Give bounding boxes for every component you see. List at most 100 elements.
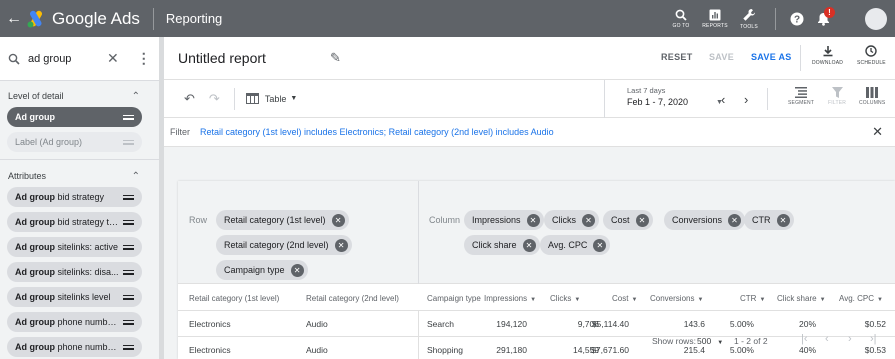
column-chip[interactable]: CTR ✕	[744, 210, 794, 230]
sidebar-search: ad group ✕ ⋮	[0, 37, 159, 81]
column-header[interactable]: Campaign type	[427, 287, 481, 311]
segment-button[interactable]: SEGMENT	[788, 87, 814, 106]
column-chip[interactable]: Cost ✕	[603, 210, 653, 230]
column-header-avg-cpc[interactable]: Avg. CPC ▼	[839, 287, 883, 311]
level-of-detail-header[interactable]: Level of detail ⌃	[0, 85, 159, 107]
column-chip[interactable]: Avg. CPC ✕	[540, 235, 611, 255]
remove-chip-icon[interactable]: ✕	[334, 238, 348, 252]
column-header-conversions[interactable]: Conversions ▼	[650, 287, 703, 311]
attribute-chip[interactable]: Ad group bid strategy	[7, 187, 142, 207]
column-header-click-share[interactable]: Click share ▼	[777, 287, 826, 311]
row-chip-label: Campaign type	[224, 265, 285, 275]
view-type-select[interactable]: Table ▼	[245, 93, 298, 104]
report-title[interactable]: Untitled report	[178, 50, 266, 66]
column-chip-label: Avg. CPC	[548, 240, 588, 250]
remove-chip-icon[interactable]: ✕	[635, 213, 649, 227]
google-ads-logo[interactable]: Google Ads	[26, 9, 140, 29]
remove-chip-icon[interactable]: ✕	[593, 238, 607, 252]
schedule-button[interactable]: SCHEDULE	[857, 45, 886, 66]
remove-chip-icon[interactable]: ✕	[728, 213, 742, 227]
reports-button[interactable]: REPORTS	[699, 9, 731, 29]
drag-handle-icon[interactable]	[123, 193, 134, 202]
tools-button[interactable]: TOOLS	[733, 8, 765, 30]
chip-label: bid strategy ty...	[55, 217, 120, 227]
toolbar-divider	[767, 88, 768, 110]
brand-name: Google Ads	[52, 8, 140, 28]
reports-label: REPORTS	[702, 22, 728, 29]
row-chip[interactable]: Retail category (1st level) ✕	[216, 210, 349, 230]
section-title: Reporting	[165, 11, 223, 26]
column-chip[interactable]: Clicks ✕	[544, 210, 599, 230]
clear-search-icon[interactable]: ✕	[107, 50, 119, 67]
remove-chip-icon[interactable]: ✕	[526, 213, 540, 227]
drag-handle-icon[interactable]	[123, 268, 134, 277]
filter-tool-label: FILTER	[828, 100, 847, 106]
date-previous-icon[interactable]: ‹	[721, 92, 725, 107]
edit-title-icon[interactable]: ✎	[330, 50, 341, 66]
goto-label: GO TO	[672, 22, 690, 29]
drag-handle-icon[interactable]	[123, 343, 134, 352]
search-input[interactable]: ad group	[28, 53, 100, 65]
previous-page-icon: ‹	[825, 333, 829, 345]
column-chip-label: Click share	[472, 240, 517, 250]
save-as-button[interactable]: SAVE AS	[751, 52, 792, 62]
attribute-chip[interactable]: Ad group phone number...	[7, 312, 142, 332]
sort-caret-icon: ▼	[819, 297, 826, 303]
row-chip[interactable]: Campaign type ✕	[216, 260, 308, 280]
chip-prefix: Ad group	[15, 217, 55, 227]
goto-button[interactable]: GO TO	[665, 9, 697, 29]
drag-handle-icon[interactable]	[123, 318, 134, 327]
columns-label: COLUMNS	[859, 100, 886, 106]
column-chip[interactable]: Click share ✕	[464, 235, 540, 255]
drag-handle-icon[interactable]	[123, 293, 134, 302]
column-header[interactable]: Retail category (2nd level)	[306, 287, 399, 311]
column-header-ctr[interactable]: CTR ▼	[740, 287, 765, 311]
attribute-chip[interactable]: Ad group sitelinks: active	[7, 237, 142, 257]
remove-chip-icon[interactable]: ✕	[522, 238, 536, 252]
search-icon	[8, 53, 20, 65]
column-header-cost[interactable]: Cost ▼	[612, 287, 637, 311]
attribute-chip[interactable]: Ad group sitelinks level	[7, 287, 142, 307]
row-chip[interactable]: Retail category (2nd level) ✕	[216, 235, 352, 255]
attribute-chip[interactable]: Ad group sitelinks: disa...	[7, 262, 142, 282]
remove-chip-icon[interactable]: ✕	[331, 213, 345, 227]
column-chip[interactable]: Impressions ✕	[464, 210, 544, 230]
notifications-button[interactable]: !	[810, 6, 836, 26]
filter-expression-link[interactable]: Retail category (1st level) includes Ele…	[200, 127, 554, 137]
drag-handle-icon[interactable]	[123, 113, 134, 122]
pivot-divider	[418, 181, 419, 284]
help-button[interactable]: ?	[784, 12, 810, 26]
drag-handle-icon[interactable]	[123, 243, 134, 252]
filter-tool-button: FILTER	[828, 87, 846, 106]
download-button[interactable]: DOWNLOAD	[812, 45, 843, 66]
attributes-title: Attributes	[8, 171, 47, 181]
row-zone-label: Row	[189, 215, 208, 225]
column-header[interactable]: Retail category (1st level)	[189, 287, 279, 311]
column-chip-label: Clicks	[552, 215, 576, 225]
undo-icon[interactable]: ↶	[184, 91, 195, 107]
dropdown-caret-icon: ▼	[290, 95, 298, 102]
column-header-clicks[interactable]: Clicks ▼	[550, 287, 580, 311]
column-chip[interactable]: Conversions ✕	[664, 210, 746, 230]
remove-chip-icon[interactable]: ✕	[290, 263, 304, 277]
date-range-picker[interactable]: Last 7 days Feb 1 - 7, 2020 ▼	[604, 80, 723, 118]
columns-button[interactable]: COLUMNS	[859, 87, 885, 106]
attribute-chip[interactable]: Ad group phone number...	[7, 337, 142, 357]
remove-chip-icon[interactable]: ✕	[776, 213, 790, 227]
remove-chip-icon[interactable]: ✕	[582, 213, 595, 227]
column-header-impressions[interactable]: Impressions ▼	[484, 287, 536, 311]
attributes-header[interactable]: Attributes ⌃	[0, 165, 159, 187]
more-options-icon[interactable]: ⋮	[137, 50, 151, 67]
next-page-icon: ›	[848, 333, 852, 345]
reset-button[interactable]: RESET	[661, 52, 693, 62]
rows-per-page-select[interactable]: 500 ▼	[697, 336, 723, 346]
attribute-chip[interactable]: Ad group bid strategy ty...	[7, 212, 142, 232]
back-arrow-icon[interactable]: ←	[4, 10, 24, 28]
drag-handle-icon[interactable]	[123, 218, 134, 227]
level-chip-ad-group[interactable]: Ad group	[7, 107, 142, 127]
remove-filter-icon[interactable]: ✕	[872, 124, 883, 140]
title-bar-divider	[800, 45, 801, 71]
table-header-row: Retail category (1st level) Retail categ…	[178, 287, 895, 311]
date-next-icon[interactable]: ›	[744, 92, 748, 107]
account-avatar[interactable]	[865, 7, 887, 30]
